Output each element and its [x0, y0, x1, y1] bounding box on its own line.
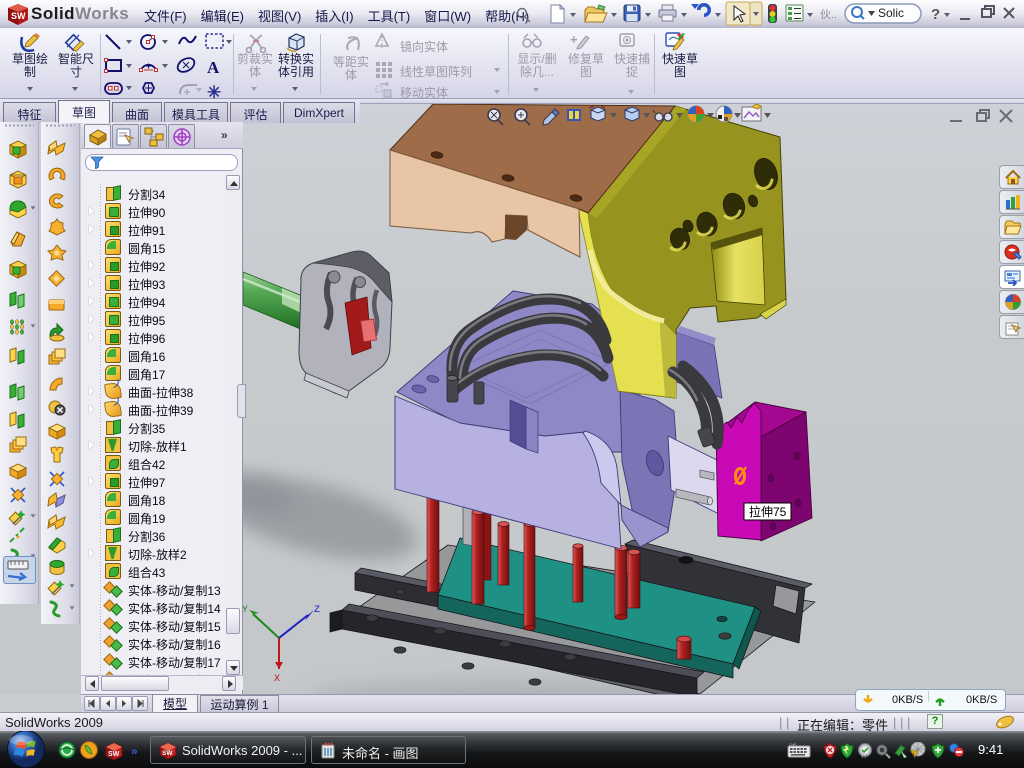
svg-text:伙..: 伙..: [820, 8, 837, 21]
svg-text:Z: Z: [314, 605, 320, 616]
svg-text:X: X: [274, 674, 280, 685]
svg-text:+: +: [570, 32, 578, 47]
svg-text:✳: ✳: [207, 83, 221, 99]
svg-text:Solic: Solic: [878, 6, 904, 20]
svg-text:SW: SW: [108, 751, 120, 758]
svg-text:拉伸75: 拉伸75: [749, 504, 787, 519]
svg-text:A: A: [207, 58, 220, 77]
svg-text:?: ?: [931, 6, 940, 23]
svg-text:»: »: [131, 744, 138, 758]
svg-text:SW: SW: [162, 750, 173, 757]
svg-text:CHS: CHS: [789, 743, 797, 747]
svg-text:SW: SW: [11, 11, 26, 21]
